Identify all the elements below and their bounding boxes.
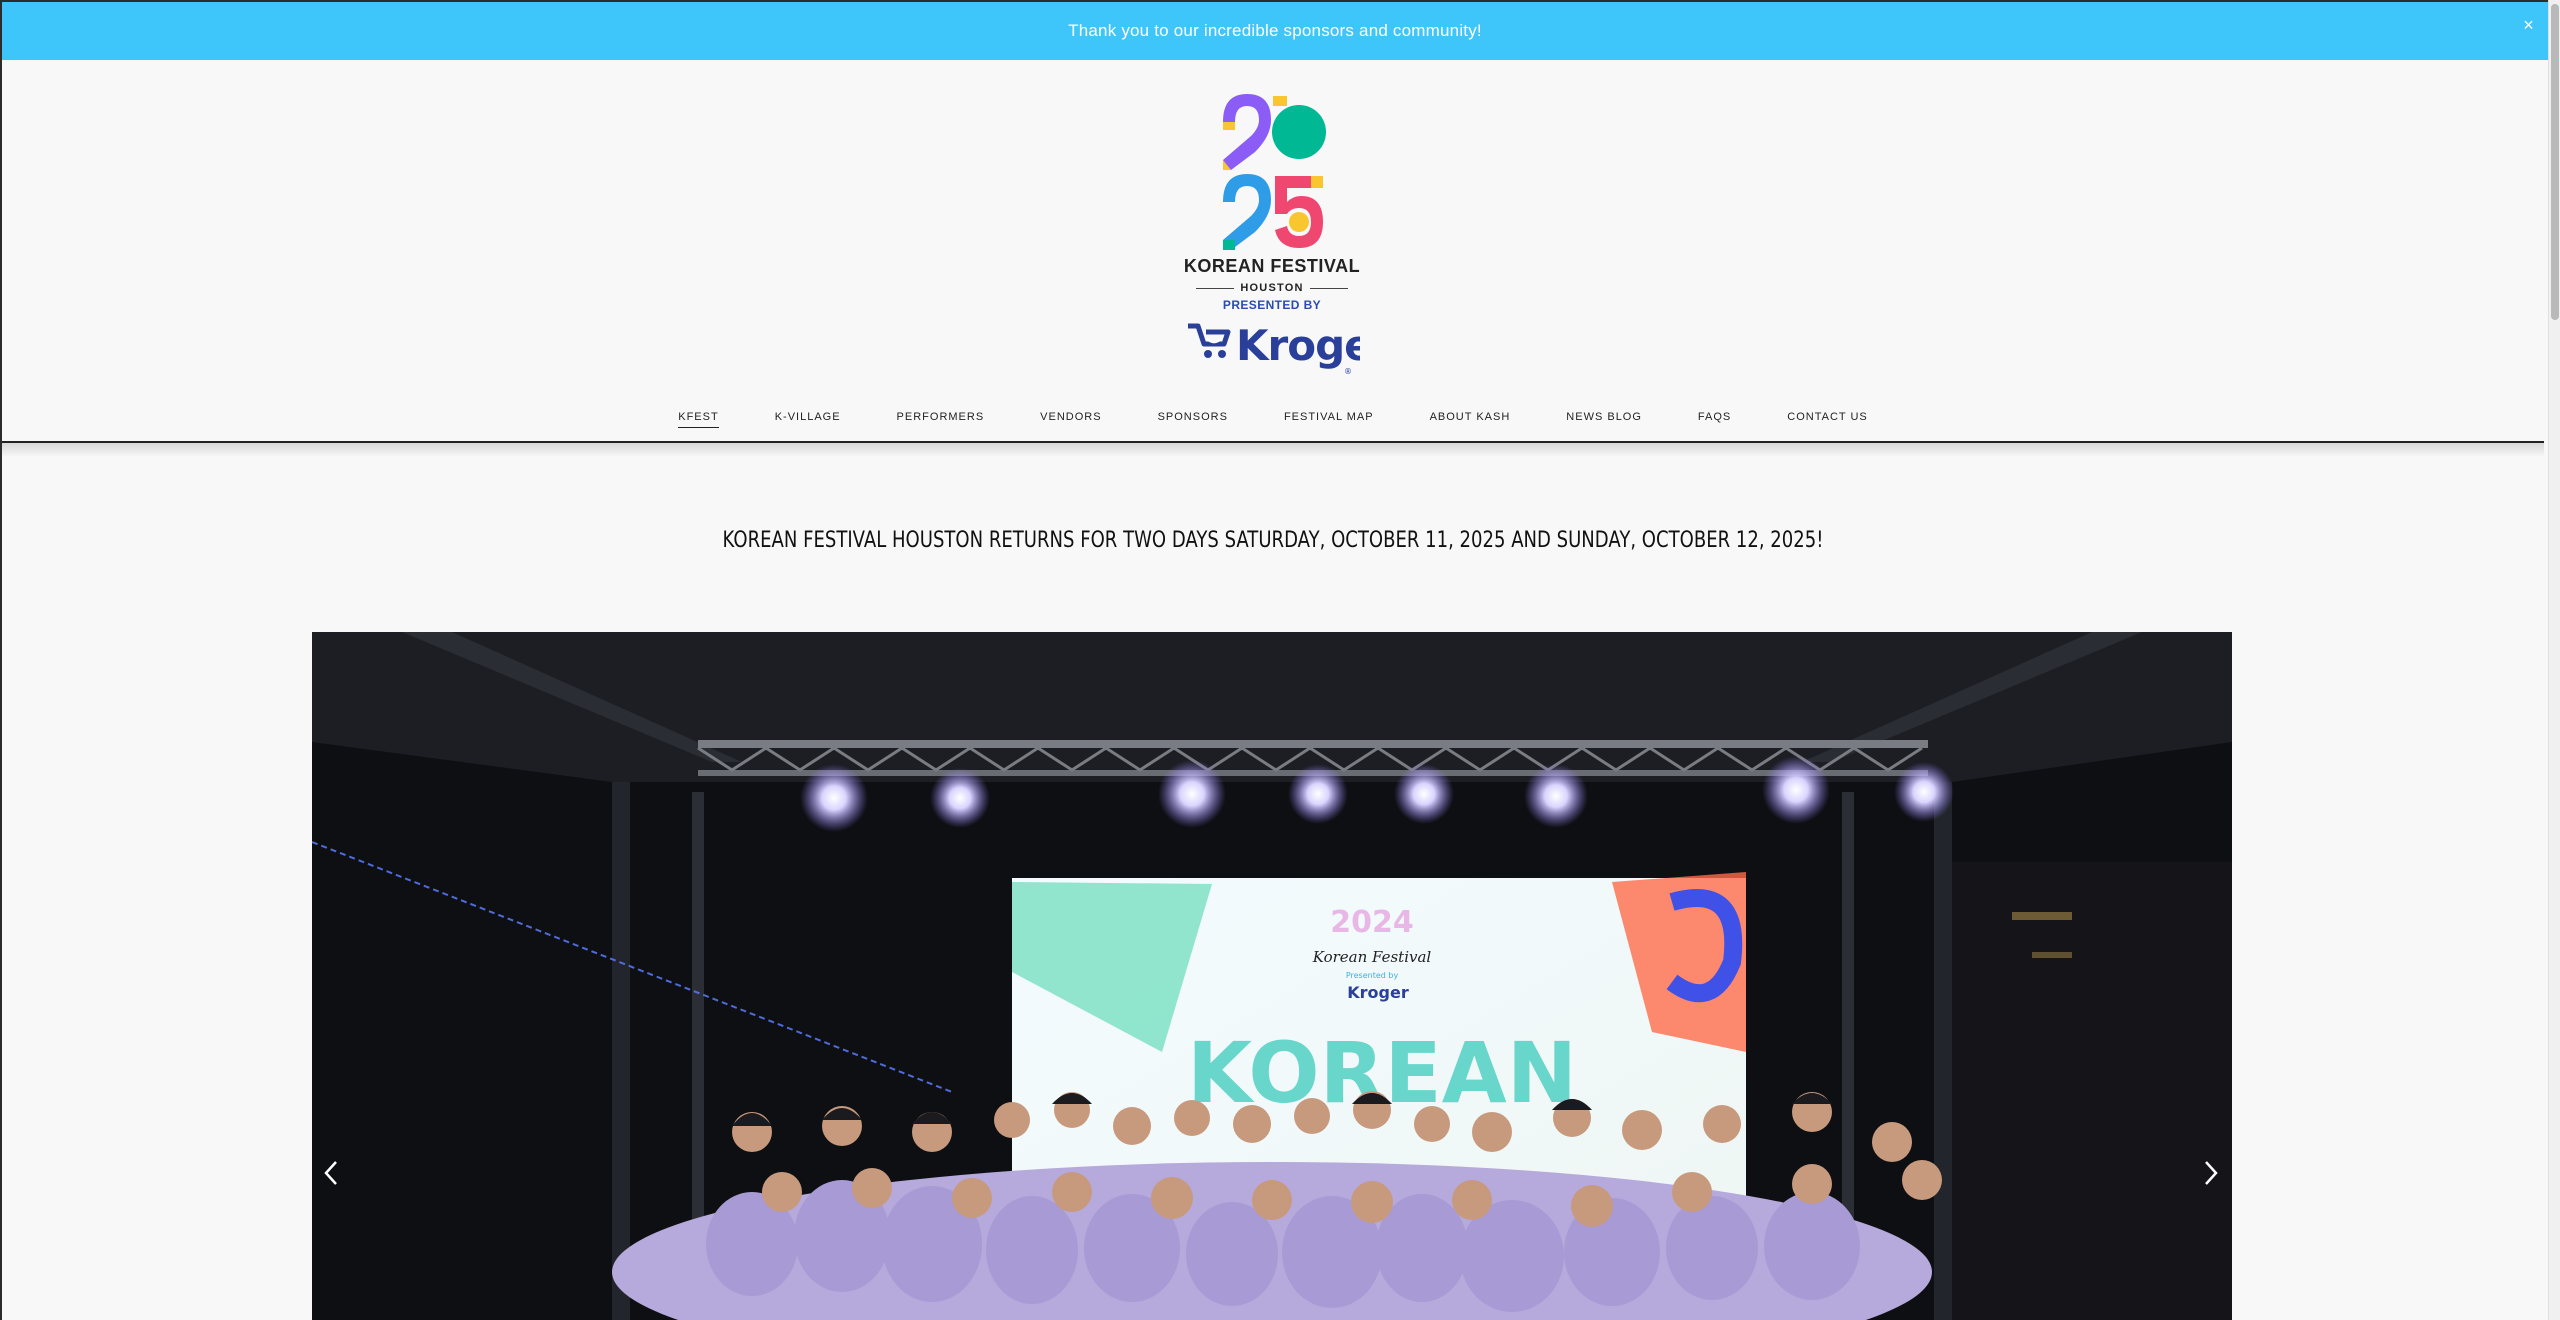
nav-item-news-blog[interactable]: NEWS BLOG [1566, 407, 1642, 427]
divider [1196, 287, 1235, 289]
scrollbar-thumb[interactable] [2551, 4, 2559, 320]
hero-slideshow[interactable]: 2024 Korean Festival Presented by Kroger… [312, 632, 2232, 1320]
logo-2025-graphic [1223, 94, 1326, 250]
announcement-bar: Thank you to our incredible sponsors and… [2, 2, 2548, 60]
slide-photo: 2024 Korean Festival Presented by Kroger… [312, 632, 2232, 1320]
main-navigation: KFEST K-VILLAGE PERFORMERS VENDORS SPONS… [0, 400, 2546, 434]
announcement-text: Thank you to our incredible sponsors and… [1068, 21, 1482, 40]
nav-item-about-kash[interactable]: ABOUT KASH [1430, 407, 1511, 427]
logo-presented-by: PRESENTED BY [1222, 298, 1322, 312]
chevron-right-icon[interactable] [2198, 1158, 2222, 1188]
kroger-logo: Kroger ® [1188, 321, 1360, 376]
chevron-left-icon[interactable] [320, 1158, 344, 1188]
header-shadow [2, 443, 2544, 457]
kroger-wordmark: Kroger [1236, 321, 1360, 370]
nav-item-contact-us[interactable]: CONTACT US [1787, 407, 1868, 427]
screen-sponsor: Kroger [1347, 983, 1409, 1002]
logo-city-row: HOUSTON [1196, 282, 1349, 294]
screen-presented: Presented by [1346, 971, 1399, 980]
nav-item-vendors[interactable]: VENDORS [1040, 407, 1101, 427]
page-headline: KOREAN FESTIVAL HOUSTON RETURNS FOR TWO … [722, 528, 1824, 553]
nav-item-faqs[interactable]: FAQS [1698, 407, 1731, 427]
logo-festival-title: KOREAN FESTIVAL [1183, 256, 1361, 276]
nav-item-kfest[interactable]: KFEST [678, 407, 719, 428]
svg-text:®: ® [1344, 367, 1352, 376]
logo-city: HOUSTON [1240, 282, 1304, 294]
divider [1309, 287, 1349, 289]
close-icon[interactable]: × [2523, 16, 2534, 34]
nav-item-festival-map[interactable]: FESTIVAL MAP [1284, 407, 1374, 427]
screen-title: Korean Festival [1312, 948, 1432, 966]
nav-item-k-village[interactable]: K-VILLAGE [775, 407, 841, 427]
nav-item-performers[interactable]: PERFORMERS [897, 407, 985, 427]
screen-year: 2024 [1330, 905, 1414, 940]
site-logo[interactable]: KOREAN FESTIVAL HOUSTON PRESENTED BY Kro… [1182, 86, 1362, 386]
page-scrollbar[interactable] [2548, 0, 2560, 1320]
nav-item-sponsors[interactable]: SPONSORS [1158, 407, 1228, 427]
